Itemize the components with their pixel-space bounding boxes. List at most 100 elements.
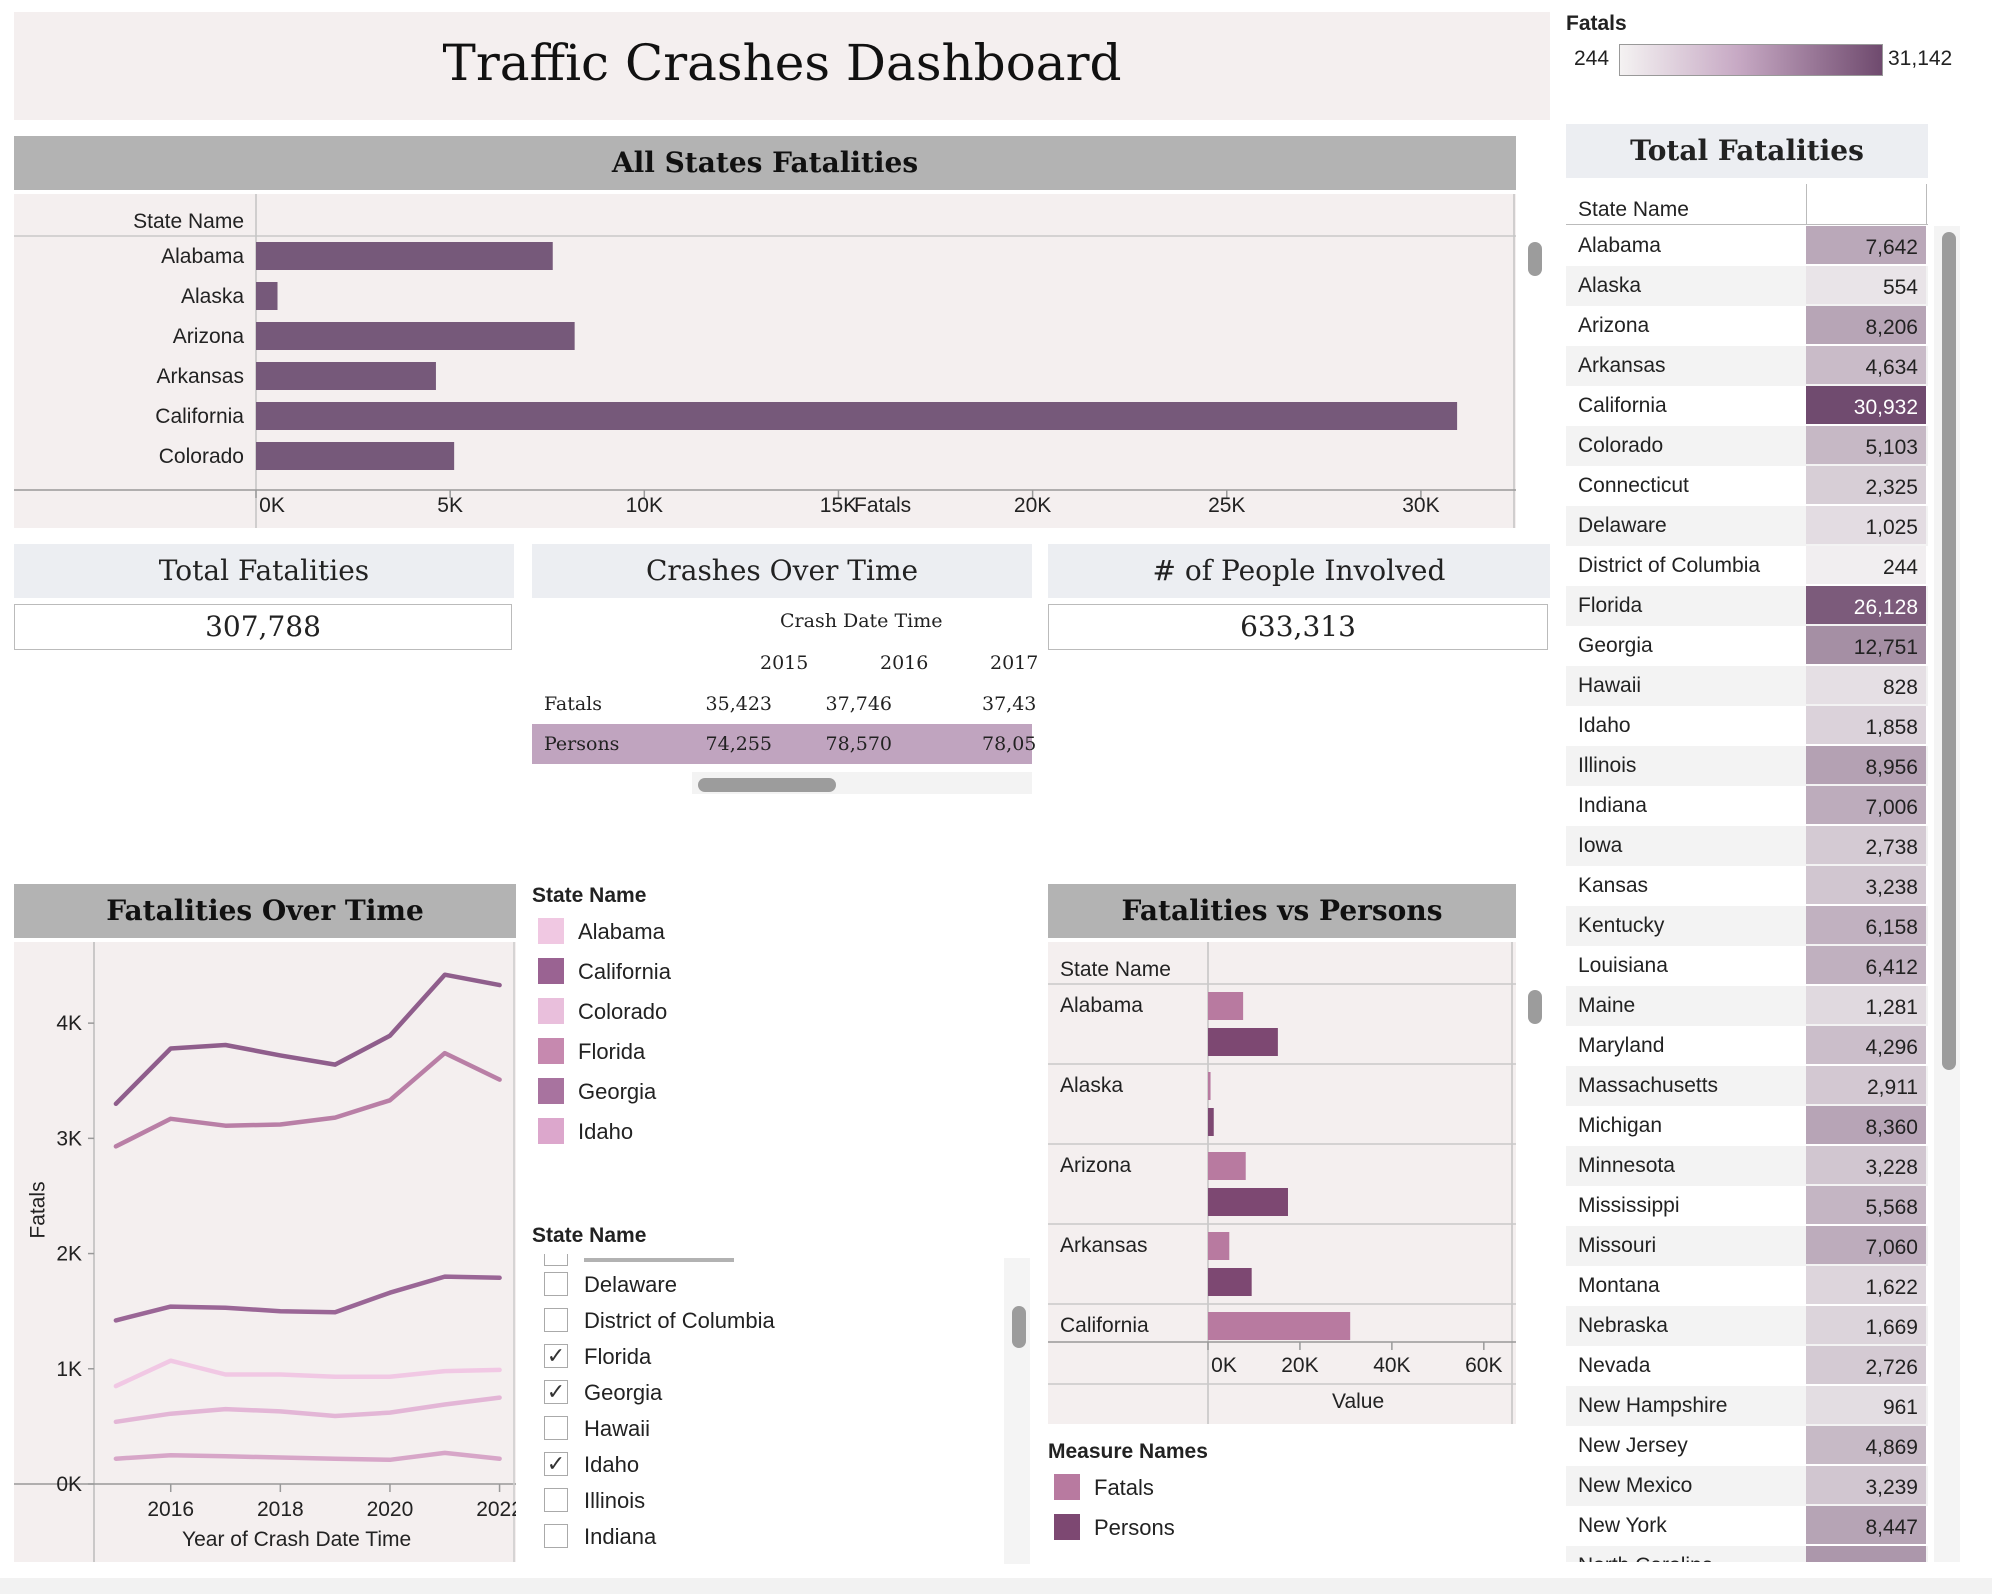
persons-bar-arkansas[interactable] <box>1208 1268 1252 1296</box>
persons-bar-alabama[interactable] <box>1208 1028 1278 1056</box>
filter-label: Georgia <box>584 1380 663 1405</box>
table-row[interactable]: Arkansas 4,634 <box>1566 346 1928 386</box>
fatals-bar-arizona[interactable] <box>1208 1152 1246 1180</box>
x-tick-label: 25K <box>1208 494 1245 517</box>
persons-bar-alaska[interactable] <box>1208 1108 1214 1136</box>
table-row[interactable]: New Hampshire 961 <box>1566 1386 1928 1426</box>
legend-item-california[interactable]: California <box>538 958 798 988</box>
bar-alabama[interactable] <box>256 242 553 270</box>
table-row[interactable]: New Mexico 3,239 <box>1566 1466 1928 1506</box>
table-row[interactable]: Minnesota 3,228 <box>1566 1146 1928 1186</box>
filter-item-idaho[interactable]: ✓ Idaho <box>544 1452 944 1482</box>
table-row[interactable]: New Jersey 4,869 <box>1566 1426 1928 1466</box>
total-table-scrollbar[interactable] <box>1942 232 1956 1070</box>
table-row[interactable]: California 30,932 <box>1566 386 1928 426</box>
series-line-california[interactable] <box>113 972 502 1107</box>
series-line-florida[interactable] <box>113 1050 502 1149</box>
filter-item-hawaii[interactable]: Hawaii <box>544 1416 944 1446</box>
table-row[interactable]: New York 8,447 <box>1566 1506 1928 1546</box>
state-filter-cut-item <box>544 1254 568 1266</box>
fvp-scrollbar[interactable] <box>1528 990 1542 1024</box>
table-row[interactable]: Kentucky 6,158 <box>1566 906 1928 946</box>
table-row[interactable]: Maine 1,281 <box>1566 986 1928 1026</box>
color-legend-min: 244 <box>1574 47 1610 70</box>
fatals-bar-alabama[interactable] <box>1208 992 1244 1020</box>
table-row[interactable]: Hawaii 828 <box>1566 666 1928 706</box>
filter-item-district-of-columbia[interactable]: District of Columbia <box>544 1308 944 1338</box>
crashes-cell: 78,570 <box>825 733 892 755</box>
checkbox[interactable] <box>544 1272 568 1296</box>
checkbox[interactable]: ✓ <box>544 1344 568 1368</box>
table-row[interactable]: Illinois 8,956 <box>1566 746 1928 786</box>
table-row[interactable]: Kansas 3,238 <box>1566 866 1928 906</box>
table-row[interactable]: Mississippi 5,568 <box>1566 1186 1928 1226</box>
table-row[interactable]: Iowa 2,738 <box>1566 826 1928 866</box>
table-row[interactable]: Idaho 1,858 <box>1566 706 1928 746</box>
table-row[interactable]: North Carolina <box>1566 1546 1928 1562</box>
table-row[interactable]: District of Columbia 244 <box>1566 546 1928 586</box>
table-row[interactable]: Louisiana 6,412 <box>1566 946 1928 986</box>
filter-item-georgia[interactable]: ✓ Georgia <box>544 1380 944 1410</box>
table-row[interactable]: Florida 26,128 <box>1566 586 1928 626</box>
fatals-bar-alaska[interactable] <box>1208 1072 1211 1100</box>
table-row[interactable]: Indiana 7,006 <box>1566 786 1928 826</box>
filter-item-indiana[interactable]: Indiana <box>544 1524 944 1554</box>
state-filter-scrollbar[interactable] <box>1012 1306 1026 1348</box>
table-row[interactable]: Delaware 1,025 <box>1566 506 1928 546</box>
checkbox[interactable] <box>544 1524 568 1548</box>
checkbox[interactable]: ✓ <box>544 1452 568 1476</box>
legend-label: Florida <box>578 1039 646 1064</box>
bar-arizona[interactable] <box>256 322 575 350</box>
legend-label: Idaho <box>578 1119 634 1144</box>
table-row[interactable]: Michigan 8,360 <box>1566 1106 1928 1146</box>
filter-item-delaware[interactable]: Delaware <box>544 1272 944 1302</box>
checkbox[interactable] <box>544 1488 568 1512</box>
table-row[interactable]: Georgia 12,751 <box>1566 626 1928 666</box>
fatals-bar-arkansas[interactable] <box>1208 1232 1230 1260</box>
measure-item-fatals[interactable]: Fatals <box>1054 1474 1314 1504</box>
measure-item-persons[interactable]: Persons <box>1054 1514 1314 1544</box>
series-line-colorado[interactable] <box>113 1395 502 1425</box>
checkbox[interactable] <box>544 1308 568 1332</box>
table-row[interactable]: Nevada 2,726 <box>1566 1346 1928 1386</box>
table-row[interactable]: Arizona 8,206 <box>1566 306 1928 346</box>
table-row[interactable]: Alabama 7,642 <box>1566 226 1928 266</box>
x-tick-label: 5K <box>437 494 463 517</box>
table-row[interactable]: Montana 1,622 <box>1566 1266 1928 1306</box>
fatalities-value: 4,634 <box>1806 346 1926 384</box>
x-tick-label: 20K <box>1281 1354 1318 1377</box>
table-row[interactable]: Connecticut 2,325 <box>1566 466 1928 506</box>
total-table-right-border <box>1926 184 1927 224</box>
legend-item-georgia[interactable]: Georgia <box>538 1078 798 1108</box>
table-row[interactable]: Maryland 4,296 <box>1566 1026 1928 1066</box>
table-row[interactable]: Missouri 7,060 <box>1566 1226 1928 1266</box>
filter-item-florida[interactable]: ✓ Florida <box>544 1344 944 1374</box>
checkbox[interactable]: ✓ <box>544 1380 568 1404</box>
color-legend-gradient <box>1619 44 1883 76</box>
bar-arkansas[interactable] <box>256 362 436 390</box>
series-line-idaho[interactable] <box>113 1450 502 1463</box>
filter-item-illinois[interactable]: Illinois <box>544 1488 944 1518</box>
table-row[interactable]: Massachusetts 2,911 <box>1566 1066 1928 1106</box>
legend-item-alabama[interactable]: Alabama <box>538 918 798 948</box>
fatalities-value: 5,568 <box>1806 1186 1926 1224</box>
bar-alaska[interactable] <box>256 282 278 310</box>
series-line-alabama[interactable] <box>113 1358 502 1389</box>
fatals-bar-california[interactable] <box>1208 1312 1351 1340</box>
table-row[interactable]: Alaska 554 <box>1566 266 1928 306</box>
crashes-hscroll-thumb[interactable] <box>698 778 836 792</box>
persons-bar-arizona[interactable] <box>1208 1188 1288 1216</box>
legend-item-florida[interactable]: Florida <box>538 1038 798 1068</box>
all-states-scrollbar[interactable] <box>1528 242 1542 276</box>
state-name: Michigan <box>1578 1114 1663 1137</box>
legend-item-idaho[interactable]: Idaho <box>538 1118 798 1148</box>
state-filter-cut-label <box>584 1258 734 1262</box>
table-row[interactable]: Colorado 5,103 <box>1566 426 1928 466</box>
checkbox[interactable] <box>544 1416 568 1440</box>
bar-california[interactable] <box>256 402 1458 430</box>
bar-colorado[interactable] <box>256 442 455 470</box>
legend-item-colorado[interactable]: Colorado <box>538 998 798 1028</box>
fat-vs-persons-chart: Alabama Alaska Arizona Arkansas California 0K… <box>1048 942 1516 1424</box>
series-line-georgia[interactable] <box>113 1274 502 1323</box>
table-row[interactable]: Nebraska 1,669 <box>1566 1306 1928 1346</box>
